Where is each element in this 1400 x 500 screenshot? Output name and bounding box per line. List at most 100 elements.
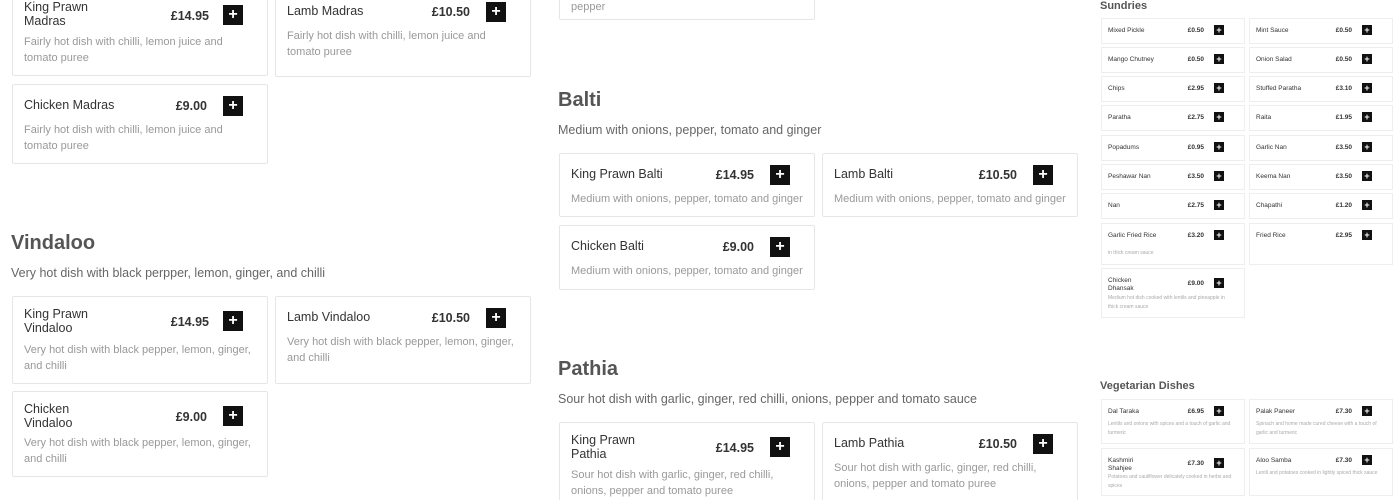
sundry-item-card: Raita £1.95 +	[1249, 105, 1393, 131]
item-price: £7.30	[1335, 408, 1352, 415]
item-price: £10.50	[431, 311, 470, 325]
add-to-cart-button[interactable]: +	[486, 2, 506, 22]
sundry-item-card: Mint Sauce £0.50 +	[1249, 18, 1393, 44]
item-name: King Prawn Pathia	[571, 433, 635, 461]
item-name: Chicken Dhansak	[1108, 277, 1134, 292]
menu-item-card: Lamb Balti £10.50 + Medium with onions, …	[822, 153, 1078, 217]
add-to-cart-button[interactable]: +	[1362, 83, 1372, 93]
item-name: Fried Rice	[1256, 232, 1286, 239]
menu-item-card: King Prawn Pathia £14.95 + Sour hot dish…	[559, 422, 815, 500]
item-name: Kashmiri Shahjee	[1108, 457, 1134, 472]
add-to-cart-button[interactable]: +	[770, 437, 790, 457]
item-price: £3.50	[1187, 173, 1204, 180]
add-to-cart-button[interactable]: +	[223, 406, 243, 426]
item-name: Mint Sauce	[1256, 27, 1289, 34]
sundry-item-card: Fried Rice £2.95 +	[1249, 223, 1393, 265]
item-description: Medium hot dish cooked with lentils and …	[1108, 295, 1225, 310]
add-to-cart-button[interactable]: +	[1214, 54, 1224, 64]
sundry-item-card: Stuffed Paratha £3.10 +	[1249, 76, 1393, 102]
item-name: Stuffed Paratha	[1256, 85, 1302, 92]
item-name: Palak Paneer	[1256, 408, 1296, 415]
add-to-cart-button[interactable]: +	[770, 165, 790, 185]
menu-item-card: King Prawn Madras £14.95 + Fairly hot di…	[12, 0, 268, 76]
item-name: Chicken Madras	[24, 98, 115, 112]
add-to-cart-button[interactable]: +	[1214, 112, 1224, 122]
add-to-cart-button[interactable]: +	[1362, 230, 1372, 240]
item-description: Fairly hot dish with chilli, lemon juice…	[24, 36, 223, 64]
item-description: Very hot dish with black pepper, lemon, …	[24, 344, 251, 372]
add-to-cart-button[interactable]: +	[1362, 25, 1372, 35]
section-title: Vegetarian Dishes	[1100, 380, 1195, 392]
add-to-cart-button[interactable]: +	[1214, 200, 1224, 210]
add-to-cart-button[interactable]: +	[1214, 83, 1224, 93]
item-name: Dal Taraka	[1108, 408, 1139, 415]
sundry-item-card: Chapathi £1.20 +	[1249, 193, 1393, 219]
add-to-cart-button[interactable]: +	[1214, 406, 1224, 416]
item-price: £2.75	[1187, 114, 1204, 121]
vegetarian-item-card: Palak Paneer £7.30 + Spinach and home ma…	[1249, 399, 1393, 444]
item-name: King Prawn Vindaloo	[24, 307, 88, 335]
add-to-cart-button[interactable]: +	[1214, 458, 1224, 468]
sundry-item-card: Keema Nan £3.50 +	[1249, 164, 1393, 190]
add-to-cart-button[interactable]: +	[1214, 171, 1224, 181]
item-name: Lamb Madras	[287, 4, 364, 18]
item-description: Very hot dish with black pepper, lemon, …	[287, 336, 514, 364]
add-to-cart-button[interactable]: +	[223, 311, 243, 331]
item-price: £1.20	[1335, 202, 1352, 209]
vegetarian-item-card: Aloo Samba £7.30 + Lentil and potatoes c…	[1249, 448, 1393, 496]
menu-item-card: King Prawn Balti £14.95 + Medium with on…	[559, 153, 815, 217]
menu-item-card: Chicken Balti £9.00 + Medium with onions…	[559, 225, 815, 290]
item-name: King Prawn Madras	[24, 0, 88, 28]
item-name: Keema Nan	[1256, 173, 1291, 180]
item-name: Chips	[1108, 85, 1125, 92]
item-description: Fairly hot dish with chilli, lemon juice…	[287, 30, 486, 58]
item-price: £7.30	[1187, 460, 1204, 467]
add-to-cart-button[interactable]: +	[1362, 142, 1372, 152]
add-to-cart-button[interactable]: +	[223, 5, 243, 25]
sundry-item-card: Mixed Pickle £0.50 +	[1101, 18, 1245, 44]
add-to-cart-button[interactable]: +	[1214, 25, 1224, 35]
add-to-cart-button[interactable]: +	[1033, 165, 1053, 185]
item-name: Mixed Pickle	[1108, 27, 1145, 34]
section-title: Sundries	[1100, 0, 1148, 12]
item-price: £9.00	[175, 99, 207, 113]
item-name: Nan	[1108, 202, 1120, 209]
add-to-cart-button[interactable]: +	[1362, 112, 1372, 122]
add-to-cart-button[interactable]: +	[1362, 406, 1372, 416]
add-to-cart-button[interactable]: +	[1214, 278, 1224, 288]
item-description: Medium with onions, pepper, tomato and g…	[571, 265, 803, 277]
vegetarian-item-card: Dal Taraka £6.95 + Lentils and onions wi…	[1101, 399, 1245, 444]
sundry-item-card: Onion Salad £0.50 +	[1249, 47, 1393, 73]
item-price: £3.10	[1335, 85, 1352, 92]
add-to-cart-button[interactable]: +	[223, 96, 243, 116]
item-price: £0.50	[1335, 56, 1352, 63]
item-name: Lamb Vindaloo	[287, 310, 371, 324]
item-price: £2.95	[1187, 85, 1204, 92]
item-description: Medium with onions, pepper, tomato and g…	[834, 193, 1066, 205]
menu-item-card: Chicken Madras £9.00 + Fairly hot dish w…	[12, 84, 268, 164]
add-to-cart-button[interactable]: +	[1362, 54, 1372, 64]
item-name: Popadums	[1108, 144, 1140, 151]
add-to-cart-button[interactable]: +	[1362, 200, 1372, 210]
item-price: £9.00	[175, 410, 207, 424]
item-price: £6.95	[1187, 408, 1204, 415]
add-to-cart-button[interactable]: +	[1033, 434, 1053, 454]
item-name: Peshawar Nan	[1108, 173, 1151, 180]
add-to-cart-button[interactable]: +	[770, 237, 790, 257]
item-price: £7.30	[1335, 457, 1352, 464]
section-title: Pathia	[558, 358, 619, 380]
add-to-cart-button[interactable]: +	[1362, 171, 1372, 181]
add-to-cart-button[interactable]: +	[1214, 142, 1224, 152]
sundry-item-card: Garlic Fried Rice £3.20 + in thick cream…	[1101, 223, 1245, 265]
item-price: £1.95	[1335, 114, 1352, 121]
item-price: £0.50	[1187, 56, 1204, 63]
menu-item-card: Chicken Vindaloo £9.00 + Very hot dish w…	[12, 391, 268, 477]
item-description: Fairly hot dish with chilli, lemon juice…	[24, 124, 223, 152]
sundry-item-card: Chicken Dhansak £9.00 + Medium hot dish …	[1101, 268, 1245, 318]
item-price: £3.20	[1187, 232, 1204, 239]
add-to-cart-button[interactable]: +	[486, 308, 506, 328]
add-to-cart-button[interactable]: +	[1362, 455, 1372, 465]
item-price: £14.95	[170, 315, 209, 329]
item-price: £2.75	[1187, 202, 1204, 209]
add-to-cart-button[interactable]: +	[1214, 230, 1224, 240]
